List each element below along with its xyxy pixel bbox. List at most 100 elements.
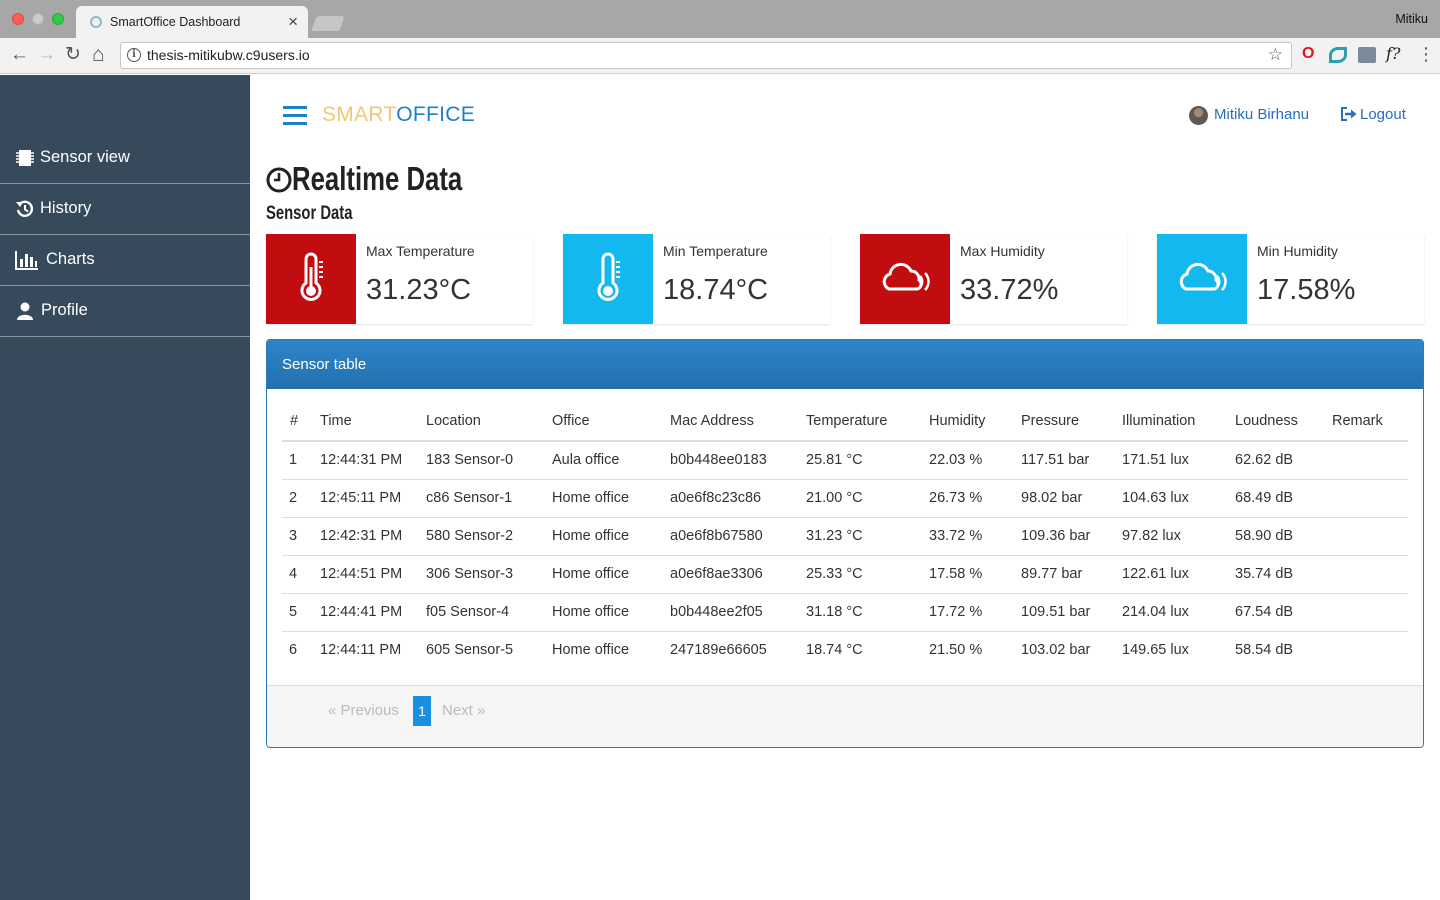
sidebar-item-charts[interactable]: Charts xyxy=(0,235,250,286)
sidebar: Sensor view History Charts Profile xyxy=(0,75,250,900)
column-header[interactable]: Time xyxy=(320,402,426,442)
browser-toolbar: ← → ↻ ⌂ i thesis-mitikubw.c9users.io ☆ O… xyxy=(0,38,1440,74)
window-minimize-button[interactable] xyxy=(32,13,44,25)
table-cell: 12:44:41 PM xyxy=(320,593,426,632)
card-label: Max Humidity xyxy=(960,243,1045,259)
table-cell: 6 xyxy=(289,642,298,659)
bookmark-star-icon[interactable]: ☆ xyxy=(1268,45,1283,65)
card-label: Min Temperature xyxy=(663,243,768,259)
table-cell: 17.58 % xyxy=(929,555,1021,594)
home-icon[interactable]: ⌂ xyxy=(92,44,105,66)
table-cell: c86 Sensor-1 xyxy=(426,479,552,518)
table-row: 6 12:44:11 PM 605 Sensor-5 Home office 2… xyxy=(282,631,1408,669)
column-header[interactable]: Humidity xyxy=(929,402,1021,442)
table-cell: 12:44:11 PM xyxy=(320,642,402,659)
thermometer-icon xyxy=(300,252,323,301)
table-cell: 580 Sensor-2 xyxy=(426,517,552,556)
window-close-button[interactable] xyxy=(12,13,24,25)
table-cell: Aula office xyxy=(552,441,670,480)
table-cell xyxy=(1332,517,1408,556)
card-label: Min Humidity xyxy=(1257,243,1338,259)
humidity-cloud-icon xyxy=(882,262,930,291)
table-cell: 89.77 bar xyxy=(1021,555,1122,594)
column-header[interactable]: Loudness xyxy=(1235,402,1332,442)
column-header[interactable]: Pressure xyxy=(1021,402,1122,442)
column-header[interactable]: # xyxy=(282,402,320,442)
brand-part-smart: SMART xyxy=(322,103,397,126)
table-cell: 25.33 °C xyxy=(806,555,929,594)
table-row: 4 12:44:51 PM 306 Sensor-3 Home office a… xyxy=(282,555,1408,594)
table-cell: 25.81 °C xyxy=(806,441,929,480)
table-cell: 214.04 lux xyxy=(1122,593,1235,632)
table-cell: 31.23 °C xyxy=(806,517,929,556)
logout-link[interactable]: Logout xyxy=(1360,106,1406,123)
table-cell: 117.51 bar xyxy=(1021,441,1122,480)
pagination-previous[interactable]: « Previous xyxy=(328,696,399,726)
card-icon-box xyxy=(860,234,950,324)
table-cell: 98.02 bar xyxy=(1021,479,1122,518)
sidebar-item-history[interactable]: History xyxy=(0,184,250,235)
browser-tab-bar: SmartOffice Dashboard × Mitiku xyxy=(0,0,1440,38)
reload-icon[interactable]: ↻ xyxy=(65,44,81,66)
site-info-icon[interactable]: i xyxy=(127,48,141,62)
table-row: 1 12:44:31 PM 183 Sensor-0 Aula office b… xyxy=(282,441,1408,480)
card-value: 18.74°C xyxy=(663,274,769,306)
network-extension-icon[interactable] xyxy=(1358,47,1376,63)
table-cell: 18.74 °C xyxy=(806,642,863,659)
column-header[interactable]: Remark xyxy=(1332,402,1408,442)
pagination-next[interactable]: Next » xyxy=(442,696,485,726)
table-cell: Home office xyxy=(552,479,670,518)
avatar[interactable] xyxy=(1189,106,1208,125)
table-cell: 122.61 lux xyxy=(1122,555,1235,594)
table-cell: 35.74 dB xyxy=(1235,555,1332,594)
table-cell: 5 xyxy=(282,593,320,632)
tab-close-icon[interactable]: × xyxy=(288,12,298,32)
table-cell: 21.50 % xyxy=(929,642,983,659)
table-cell: 104.63 lux xyxy=(1122,479,1235,518)
formula-extension-icon[interactable]: f? xyxy=(1386,44,1401,64)
browser-menu-icon[interactable]: ⋮ xyxy=(1417,44,1435,64)
brand-logo[interactable]: SMARTOFFICE xyxy=(322,103,475,127)
table-cell: Home office xyxy=(552,517,670,556)
bar-chart-icon xyxy=(15,251,38,270)
column-header[interactable]: Temperature xyxy=(806,402,929,442)
table-cell: 103.02 bar xyxy=(1021,642,1091,659)
table-cell: b0b448ee0183 xyxy=(670,441,806,480)
back-arrow-icon[interactable]: ← xyxy=(10,44,29,66)
table-row: 3 12:42:31 PM 580 Sensor-2 Home office a… xyxy=(282,517,1408,556)
pagination-page-1[interactable]: 1 xyxy=(413,696,431,726)
column-header[interactable]: Mac Address xyxy=(670,402,806,442)
wifi-extension-icon[interactable] xyxy=(1329,47,1347,63)
sidebar-item-label: Charts xyxy=(46,250,95,268)
table-cell xyxy=(1332,555,1408,594)
table-cell: b0b448ee2f05 xyxy=(670,593,806,632)
card-icon-box xyxy=(1157,234,1247,324)
url-text[interactable]: thesis-mitikubw.c9users.io xyxy=(147,47,310,63)
menu-toggle-icon[interactable] xyxy=(283,106,307,126)
new-tab-button[interactable] xyxy=(311,16,345,31)
forward-arrow-icon[interactable]: → xyxy=(37,44,56,66)
table-cell: 3 xyxy=(282,517,320,556)
table-cell: 4 xyxy=(282,555,320,594)
column-header[interactable]: Illumination xyxy=(1122,402,1235,442)
table-cell: 67.54 dB xyxy=(1235,593,1332,632)
table-cell: 17.72 % xyxy=(929,593,1021,632)
window-zoom-button[interactable] xyxy=(52,13,64,25)
table-cell: 33.72 % xyxy=(929,517,1021,556)
logout-icon[interactable] xyxy=(1340,106,1358,122)
column-header[interactable]: Office xyxy=(552,402,670,442)
opera-extension-icon[interactable]: O xyxy=(1302,44,1314,64)
sidebar-item-profile[interactable]: Profile xyxy=(0,286,250,337)
table-cell: 68.49 dB xyxy=(1235,479,1332,518)
address-bar[interactable]: i thesis-mitikubw.c9users.io ☆ xyxy=(120,42,1292,69)
min-humidity-card: Min Humidity 17.58% xyxy=(1157,234,1424,324)
table-cell: 306 Sensor-3 xyxy=(426,555,552,594)
sidebar-item-label: History xyxy=(40,199,92,217)
browser-tab[interactable]: SmartOffice Dashboard × xyxy=(76,6,308,38)
sidebar-item-sensor-view[interactable]: Sensor view xyxy=(0,133,250,184)
window-user-label[interactable]: Mitiku xyxy=(1395,12,1428,26)
history-icon xyxy=(16,200,34,217)
table-cell: 183 Sensor-0 xyxy=(426,441,552,480)
column-header[interactable]: Location xyxy=(426,402,552,442)
user-name-link[interactable]: Mitiku Birhanu xyxy=(1214,106,1309,123)
